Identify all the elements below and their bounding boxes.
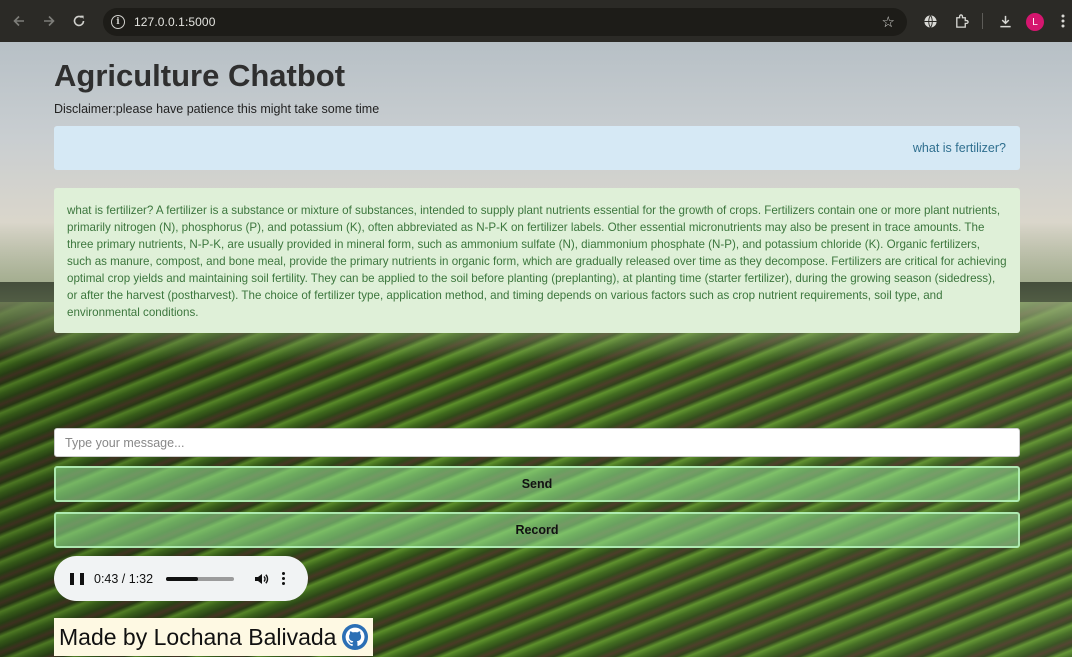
browser-toolbar: i 127.0.0.1:5000 ☆ L [0,0,1072,42]
address-bar[interactable]: i 127.0.0.1:5000 ☆ [103,8,907,36]
bot-message-text: what is fertilizer? A fertilizer is a su… [67,204,1007,319]
github-icon[interactable] [342,624,369,650]
star-icon[interactable]: ☆ [882,13,895,31]
reload-button[interactable] [66,8,92,34]
message-input[interactable] [54,428,1020,457]
reload-icon [73,15,85,27]
globe-icon [923,14,937,28]
send-button[interactable]: Send [54,466,1020,502]
audio-seek-bar[interactable] [166,576,235,581]
extensions-button[interactable] [952,12,970,30]
footer-text: Made by Lochana Balivada [59,623,337,650]
audio-seek-progress [166,576,198,581]
puzzle-icon [955,13,969,28]
footer-credit: Made by Lochana Balivada [54,618,374,656]
audio-time-display: 0:43 / 1:32 [94,571,154,586]
user-message-bubble: what is fertilizer? [54,126,1020,170]
info-icon[interactable]: i [111,15,125,29]
arrow-right-icon [44,15,55,27]
back-button[interactable] [6,8,32,34]
audio-player: 0:43 / 1:32 [54,556,308,601]
translate-button[interactable] [921,12,939,30]
profile-avatar[interactable]: L [1026,13,1044,31]
arrow-left-icon [13,15,24,27]
page-content: Agriculture Chatbot Disclaimer:please ha… [0,42,1072,657]
browser-menu-button[interactable] [1058,12,1068,30]
record-button[interactable]: Record [54,512,1020,548]
volume-icon[interactable] [253,571,269,587]
user-message-text: what is fertilizer? [912,141,1006,155]
disclaimer-text: Disclaimer:please have patience this mig… [54,102,380,116]
pause-icon[interactable] [70,572,84,586]
kebab-menu-icon [1061,14,1065,28]
toolbar-divider [982,13,983,29]
page-title: Agriculture Chatbot [54,58,346,93]
bot-message-bubble: what is fertilizer? A fertilizer is a su… [54,188,1020,333]
downloads-button[interactable] [996,12,1014,30]
more-vertical-icon[interactable] [281,572,285,585]
forward-button[interactable] [36,8,62,34]
url-text[interactable]: 127.0.0.1:5000 [134,15,215,29]
download-icon [999,15,1011,27]
